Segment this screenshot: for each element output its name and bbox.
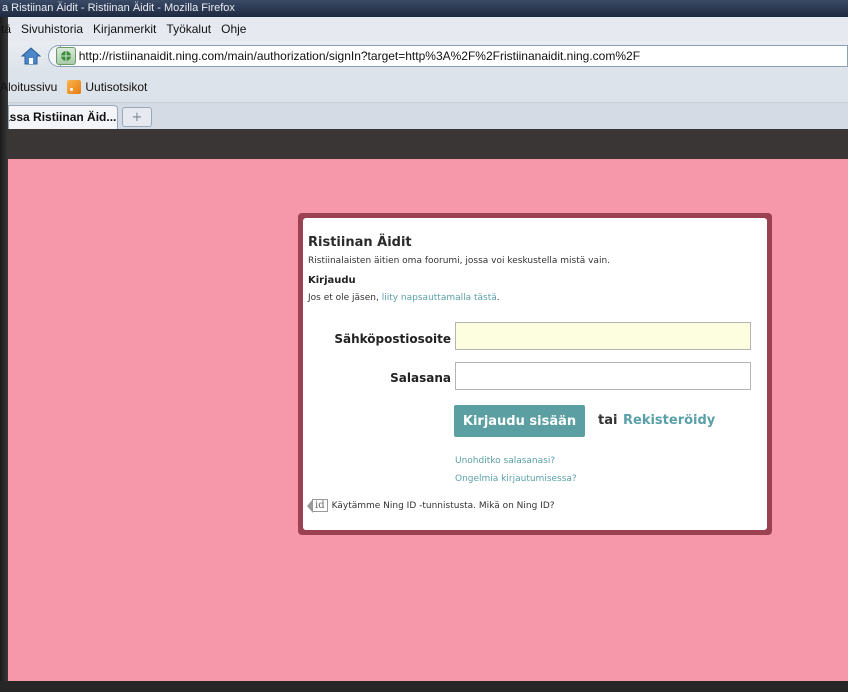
window-frame-bottom [0, 681, 848, 692]
bookmark-label: Uutisotsikot [85, 79, 148, 94]
site-identity-icon[interactable] [55, 47, 76, 65]
menu-bar: tä Sivuhistoria Kirjanmerkit Työkalut Oh… [1, 17, 848, 41]
url-bar: http://ristiinanaidit.ning.com/main/auth… [47, 45, 848, 67]
join-prefix: Jos et ole jäsen, [308, 293, 382, 303]
menu-item-history[interactable]: Sivuhistoria [21, 22, 83, 36]
site-title: Ristiinan Äidit [308, 235, 412, 250]
ning-id-text[interactable]: Käytämme Ning ID -tunnistusta. Mikä on N… [332, 501, 555, 511]
menu-item-bookmarks[interactable]: Kirjanmerkit [93, 22, 156, 36]
password-field[interactable] [455, 362, 751, 390]
menu-item-tools[interactable]: Työkalut [166, 22, 211, 36]
bookmark-label: Aloitussivu [0, 79, 58, 94]
join-link[interactable]: liity napsauttamalla tästä [382, 293, 497, 303]
signin-heading: Kirjaudu [308, 275, 356, 286]
rss-icon [67, 79, 82, 94]
navigation-bar: http://ristiinanaidit.ning.com/main/auth… [8, 41, 848, 71]
menu-item-partial[interactable]: tä [1, 22, 11, 36]
register-link[interactable]: Rekisteröidy [623, 413, 715, 428]
ning-id-icon: id [307, 499, 328, 513]
plus-icon: + [131, 109, 143, 125]
new-tab-button[interactable]: + [122, 107, 152, 127]
join-suffix: . [496, 293, 500, 303]
menu-item-help[interactable]: Ohje [221, 22, 246, 36]
bookmarks-bar: Aloitussivu Uutisotsikot [0, 71, 848, 103]
ning-id-notice: id Käytämme Ning ID -tunnistusta. Mikä o… [307, 499, 555, 513]
signin-problem-link[interactable]: Ongelmia kirjautumisessa? [455, 474, 577, 484]
globe-icon [60, 51, 71, 61]
bookmark-home[interactable]: Aloitussivu [0, 80, 57, 94]
tab-bar: assa Ristiinan Äid... + [8, 103, 848, 129]
window-title: a Ristiinan Äidit - Ristiinan Äidit - Mo… [2, 2, 235, 14]
email-field[interactable] [455, 322, 751, 350]
or-text: tai [598, 413, 618, 428]
url-input[interactable]: http://ristiinanaidit.ning.com/main/auth… [59, 45, 848, 67]
window-title-bar: a Ristiinan Äidit - Ristiinan Äidit - Mo… [0, 0, 848, 17]
bookmark-feeds[interactable]: Uutisotsikot [67, 79, 148, 94]
site-description: Ristiinalaisten äitien oma foorumi, joss… [308, 256, 611, 266]
join-prompt: Jos et ole jäsen, liity napsauttamalla t… [308, 293, 500, 303]
signin-panel: Ristiinan Äidit Ristiinalaisten äitien o… [303, 218, 767, 530]
home-icon [20, 47, 41, 65]
forgot-password-link[interactable]: Unohditko salasanasi? [455, 456, 555, 466]
password-label: Salasana [390, 371, 451, 385]
window-frame-left [0, 0, 8, 692]
home-button[interactable] [20, 45, 42, 67]
tab-label: assa Ristiinan Äid... [8, 110, 117, 124]
signin-box: Ristiinan Äidit Ristiinalaisten äitien o… [298, 213, 772, 535]
site-header-strip [8, 129, 848, 159]
login-button[interactable]: Kirjaudu sisään [454, 405, 585, 437]
tab-active[interactable]: assa Ristiinan Äid... [8, 105, 118, 129]
email-label: Sähköpostiosoite [334, 332, 451, 346]
